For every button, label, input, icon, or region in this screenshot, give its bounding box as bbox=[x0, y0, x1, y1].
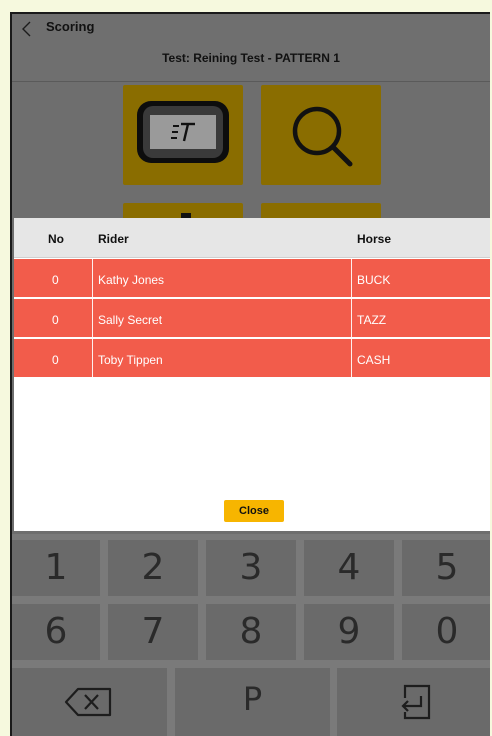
key-1[interactable]: 1 bbox=[12, 540, 100, 596]
page-title: Scoring bbox=[46, 19, 95, 34]
backspace-icon bbox=[64, 687, 112, 717]
row-horse: CASH bbox=[357, 353, 391, 367]
column-header-no: No bbox=[48, 232, 64, 246]
entries-modal: No Rider Horse 0 Kathy Jones BUCK 0 Sall… bbox=[14, 218, 490, 531]
app-screen: Scoring Test: Reining Test - PATTERN 1 N… bbox=[10, 12, 490, 736]
et-logo-icon bbox=[137, 101, 229, 163]
row-rider: Sally Secret bbox=[98, 313, 163, 327]
numeric-keypad: 1 2 3 4 5 6 7 8 9 0 P bbox=[12, 534, 490, 736]
table-row[interactable]: 0 Sally Secret TAZZ bbox=[14, 299, 490, 338]
row-rider: Kathy Jones bbox=[98, 273, 165, 287]
row-no: 0 bbox=[52, 313, 59, 327]
row-rider: Toby Tippen bbox=[98, 353, 163, 367]
table-row[interactable]: 0 Toby Tippen CASH bbox=[14, 339, 490, 378]
enter-key[interactable] bbox=[337, 668, 490, 736]
header-bar: Scoring Test: Reining Test - PATTERN 1 bbox=[12, 14, 490, 82]
test-subtitle: Test: Reining Test - PATTERN 1 bbox=[162, 51, 340, 65]
enter-icon bbox=[401, 684, 431, 720]
row-horse: BUCK bbox=[357, 273, 391, 287]
key-4[interactable]: 4 bbox=[304, 540, 394, 596]
column-header-horse: Horse bbox=[357, 232, 392, 246]
p-key[interactable]: P bbox=[175, 668, 330, 736]
key-0[interactable]: 0 bbox=[402, 604, 490, 660]
column-header-rider: Rider bbox=[98, 232, 129, 246]
table-header: No Rider Horse bbox=[14, 218, 490, 258]
key-9[interactable]: 9 bbox=[304, 604, 394, 660]
key-8[interactable]: 8 bbox=[206, 604, 296, 660]
back-arrow-icon[interactable] bbox=[20, 20, 34, 38]
key-7[interactable]: 7 bbox=[108, 604, 198, 660]
key-3[interactable]: 3 bbox=[206, 540, 296, 596]
row-no: 0 bbox=[52, 273, 59, 287]
key-5[interactable]: 5 bbox=[402, 540, 490, 596]
table-row[interactable]: 0 Kathy Jones BUCK bbox=[14, 259, 490, 298]
search-tile-button[interactable] bbox=[261, 85, 381, 185]
row-no: 0 bbox=[52, 353, 59, 367]
backspace-key[interactable] bbox=[12, 668, 167, 736]
close-button[interactable]: Close bbox=[224, 500, 284, 522]
search-icon bbox=[292, 106, 353, 167]
key-2[interactable]: 2 bbox=[108, 540, 198, 596]
et-tile-button[interactable] bbox=[123, 85, 243, 185]
key-6[interactable]: 6 bbox=[12, 604, 100, 660]
row-horse: TAZZ bbox=[357, 313, 387, 327]
